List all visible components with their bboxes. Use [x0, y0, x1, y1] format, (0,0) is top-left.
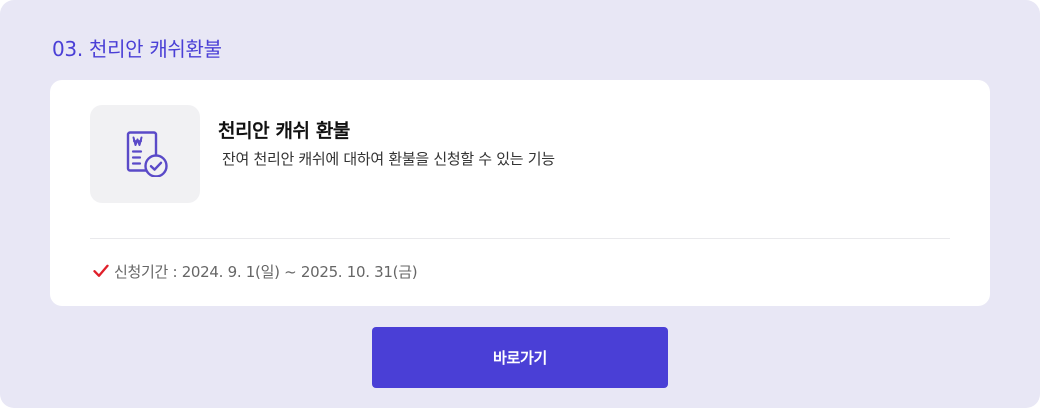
refund-section-panel: 03. 천리안 캐쉬환불 천리안 캐쉬 환불 잔여 천리안 캐쉬에 대하여 환불…	[0, 0, 1040, 408]
checkmark-icon	[93, 264, 109, 277]
refund-card: 천리안 캐쉬 환불 잔여 천리안 캐쉬에 대하여 환불을 신청할 수 있는 기능…	[50, 80, 990, 306]
application-period: 신청기간 : 2024. 9. 1(일) ~ 2025. 10. 31(금)	[93, 261, 418, 281]
refund-description: 잔여 천리안 캐쉬에 대하여 환불을 신청할 수 있는 기능	[222, 150, 555, 168]
refund-title: 천리안 캐쉬 환불	[218, 120, 350, 142]
go-button[interactable]: 바로가기	[372, 327, 668, 388]
document-won-check-icon	[126, 131, 168, 177]
refund-icon-box	[90, 105, 200, 203]
application-period-text: 신청기간 : 2024. 9. 1(일) ~ 2025. 10. 31(금)	[114, 262, 418, 281]
section-title: 03. 천리안 캐쉬환불	[52, 37, 222, 61]
card-divider	[90, 238, 950, 239]
